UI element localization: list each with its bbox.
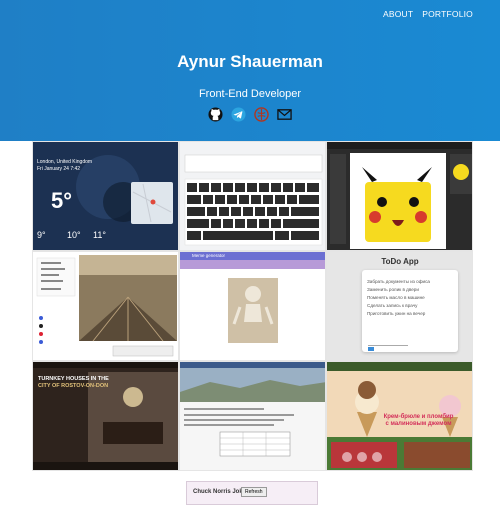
project-landing-document[interactable] bbox=[179, 361, 326, 471]
weather-day1: 9° bbox=[37, 230, 46, 240]
mail-icon[interactable] bbox=[277, 107, 292, 122]
todo-item[interactable]: Забрать документы из офиса bbox=[367, 278, 453, 286]
project-ice-cream-shop[interactable]: Крем-брюле и пломбир с малиновым джемом bbox=[326, 361, 473, 471]
todo-item[interactable]: Приготовить ужин на вечер bbox=[367, 310, 453, 318]
nav-portfolio-link[interactable]: PORTFOLIO bbox=[422, 9, 473, 19]
joke-refresh-button[interactable]: Refresh bbox=[241, 487, 267, 497]
todo-item[interactable]: Сделать запись к врачу bbox=[367, 302, 453, 310]
subtitle-role: Front-End Developer bbox=[198, 88, 302, 100]
weather-day2: 10° bbox=[67, 230, 81, 240]
todo-title: ToDo App bbox=[381, 257, 419, 266]
project-virtual-keyboard[interactable] bbox=[179, 141, 326, 251]
joke-title: Chuck Norris Joke bbox=[193, 489, 247, 495]
project-weather-app[interactable]: London, United Kingdom Fri January 24 7:… bbox=[32, 141, 179, 251]
page-title: Aynur Shauerman bbox=[177, 52, 323, 71]
codewars-icon[interactable] bbox=[254, 107, 269, 122]
weather-city: London, United Kingdom bbox=[37, 159, 93, 165]
telegram-icon[interactable] bbox=[231, 107, 246, 122]
weather-day3: 11° bbox=[93, 230, 106, 240]
icecream-headline-1: Крем-брюле и пломбир bbox=[383, 414, 454, 420]
project-pixel-art[interactable] bbox=[326, 141, 473, 251]
todo-card: Забрать документы из офиса Заменить роли… bbox=[362, 270, 458, 352]
top-nav: ABOUT PORTFOLIO bbox=[383, 9, 473, 19]
nav-about-link[interactable]: ABOUT bbox=[383, 9, 413, 19]
project-photo-editor[interactable] bbox=[32, 251, 179, 361]
weather-temp: 5° bbox=[51, 188, 73, 213]
todo-input[interactable] bbox=[368, 339, 408, 346]
todo-item[interactable]: Поменять масло в машине bbox=[367, 294, 453, 302]
todo-add-button[interactable] bbox=[368, 347, 374, 351]
icecream-headline-2: с малиновым джемом bbox=[385, 421, 452, 427]
weather-date: Fri January 24 7:42 bbox=[37, 166, 81, 172]
todo-item[interactable]: Заменить ролик в двери bbox=[367, 286, 453, 294]
hotel-headline-2: CITY OF ROSTOV-ON-DON bbox=[38, 383, 109, 389]
hero-header: ABOUT PORTFOLIO Aynur Shauerman Front-En… bbox=[0, 0, 500, 141]
social-links bbox=[0, 107, 500, 122]
project-meme-generator[interactable]: Meme generator bbox=[179, 251, 326, 361]
portfolio-grid: London, United Kingdom Fri January 24 7:… bbox=[32, 141, 474, 471]
project-real-estate[interactable]: TURNKEY HOUSES IN THE CITY OF ROSTOV-ON-… bbox=[32, 361, 179, 471]
hotel-headline-1: TURNKEY HOUSES IN THE bbox=[38, 376, 109, 382]
project-todo-app[interactable]: ToDo App Забрать документы из офиса Заме… bbox=[326, 251, 473, 361]
meme-header-label: Meme generator bbox=[192, 253, 226, 258]
project-chuck-norris-joke[interactable]: Chuck Norris Joke Refresh bbox=[186, 481, 318, 505]
github-icon[interactable] bbox=[208, 107, 223, 122]
